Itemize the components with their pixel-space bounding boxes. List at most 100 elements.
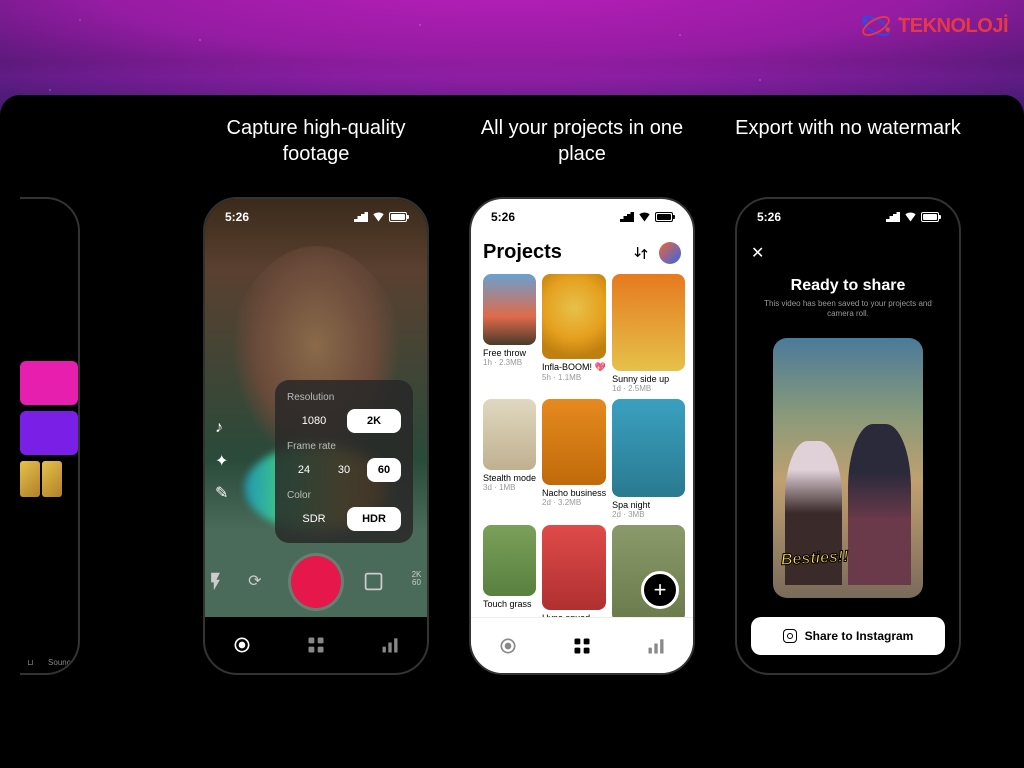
heading-projects: All your projects in one place bbox=[462, 115, 702, 169]
project-name: Sunny side up bbox=[612, 374, 685, 384]
tab-grid-icon[interactable] bbox=[572, 636, 592, 656]
quality-badge[interactable]: 2K 60 bbox=[406, 571, 427, 593]
tab-grid-icon[interactable] bbox=[306, 635, 326, 655]
share-title: Ready to share bbox=[751, 277, 945, 295]
color-hdr[interactable]: HDR bbox=[347, 507, 401, 531]
res-2k[interactable]: 2K bbox=[347, 409, 401, 433]
framerate-label: Frame rate bbox=[287, 441, 401, 452]
flash-icon[interactable] bbox=[205, 571, 226, 593]
project-card[interactable]: Sunny side up1d · 2.5MB bbox=[612, 274, 685, 393]
project-name: Stealth mode bbox=[483, 473, 536, 483]
project-name: Nacho business bbox=[542, 488, 606, 498]
brand-orbit-icon bbox=[858, 8, 894, 44]
tab-bar bbox=[205, 617, 427, 673]
camera-settings-popover: Resolution 1080 2K Frame rate 24 30 60 C… bbox=[275, 380, 413, 543]
phone-editor: ⊔ Sounc bbox=[20, 197, 80, 675]
project-card[interactable]: Hype squad bbox=[542, 525, 606, 617]
tab-stats-icon[interactable] bbox=[646, 636, 666, 656]
project-thumb bbox=[612, 274, 685, 371]
status-bar: 5:26 bbox=[737, 199, 959, 235]
project-meta: 1h · 2.3MB bbox=[483, 358, 536, 367]
share-label: Share to Instagram bbox=[805, 629, 914, 643]
projects-title: Projects bbox=[483, 241, 562, 264]
project-thumb bbox=[483, 399, 536, 470]
heading-share: Export with no watermark bbox=[728, 115, 968, 169]
showcase-stage: ⊔ Sounc Capture high-quality footage 5:2… bbox=[0, 95, 1024, 768]
close-icon[interactable]: ✕ bbox=[751, 243, 764, 263]
color-sdr[interactable]: SDR bbox=[287, 507, 341, 531]
status-bar: 5:26 bbox=[205, 199, 427, 235]
project-thumb bbox=[542, 525, 606, 610]
wifi-icon bbox=[372, 213, 385, 222]
status-bar: 5:26 bbox=[471, 199, 693, 235]
resolution-segment: 1080 2K bbox=[287, 409, 401, 433]
project-thumb bbox=[483, 274, 536, 345]
tab-camera-icon[interactable] bbox=[498, 636, 518, 656]
framerate-segment: 24 30 60 bbox=[287, 458, 401, 482]
new-project-button[interactable]: + bbox=[641, 571, 679, 609]
battery-icon bbox=[921, 212, 939, 222]
record-button[interactable] bbox=[291, 556, 341, 608]
project-meta: 2d · 3.2MB bbox=[542, 498, 606, 507]
status-time: 5:26 bbox=[757, 210, 781, 224]
gallery-icon[interactable] bbox=[363, 571, 384, 593]
fps-24[interactable]: 24 bbox=[287, 458, 321, 482]
editor-bottom-tabs: ⊔ Sounc bbox=[20, 652, 78, 673]
flip-icon[interactable]: ⟳ bbox=[248, 571, 269, 593]
phone-rail: ⊔ Sounc Capture high-quality footage 5:2… bbox=[0, 95, 1024, 675]
signal-icon bbox=[620, 212, 634, 222]
status-time: 5:26 bbox=[491, 210, 515, 224]
camera-side-tools: ♪ ✦ ✎ bbox=[215, 419, 233, 501]
share-instagram-button[interactable]: Share to Instagram bbox=[751, 617, 945, 655]
timeline-thumbs[interactable] bbox=[20, 461, 78, 497]
projects-grid: Free throw1h · 2.3MBInfla-BOOM! 💖5h · 1.… bbox=[483, 274, 681, 617]
project-name: Spa night bbox=[612, 500, 685, 510]
color-segment: SDR HDR bbox=[287, 507, 401, 531]
tab-stats-icon[interactable] bbox=[380, 635, 400, 655]
video-preview[interactable]: Besties!! bbox=[773, 338, 923, 598]
avatar[interactable] bbox=[659, 242, 681, 264]
project-thumb bbox=[542, 399, 606, 484]
project-meta: 5h · 1.1MB bbox=[542, 373, 606, 382]
sort-icon[interactable] bbox=[633, 245, 649, 261]
brand-text: TEKNOLOJİ bbox=[898, 15, 1008, 38]
effects-icon[interactable]: ✦ bbox=[215, 451, 233, 469]
camera-controls: ⟳ 2K 60 bbox=[205, 547, 427, 617]
signal-icon bbox=[354, 212, 368, 222]
project-thumb bbox=[483, 525, 536, 596]
project-card[interactable]: Nacho business2d · 3.2MB bbox=[542, 399, 606, 518]
project-meta: 2d · 3MB bbox=[612, 510, 685, 519]
status-time: 5:26 bbox=[225, 210, 249, 224]
phone-share: 5:26 ✕ Ready to share This video has bee… bbox=[735, 197, 961, 675]
instagram-icon bbox=[783, 629, 797, 643]
phone-capture: 5:26 ♪ ✦ ✎ Resolution 1080 2K Frame rate… bbox=[203, 197, 429, 675]
phone-projects: 5:26 Projects Free throw1h · 2.3MBInfla-… bbox=[469, 197, 695, 675]
fps-60[interactable]: 60 bbox=[367, 458, 401, 482]
project-card[interactable]: Stealth mode3d · 1MB bbox=[483, 399, 536, 518]
project-name: Free throw bbox=[483, 348, 536, 358]
tab-camera-icon[interactable] bbox=[232, 635, 252, 655]
editor-tab-sound[interactable]: Sounc bbox=[48, 658, 71, 667]
project-name: Infla-BOOM! 💖 bbox=[542, 362, 606, 373]
music-icon[interactable]: ♪ bbox=[215, 419, 233, 437]
project-card[interactable]: Infla-BOOM! 💖5h · 1.1MB bbox=[542, 274, 606, 393]
project-meta: 3d · 1MB bbox=[483, 483, 536, 492]
share-subtitle: This video has been saved to your projec… bbox=[751, 299, 945, 320]
timeline-track-clip[interactable] bbox=[20, 361, 78, 405]
timeline-track-audio[interactable] bbox=[20, 411, 78, 455]
project-card[interactable]: Touch grass bbox=[483, 525, 536, 617]
tab-bar bbox=[471, 617, 693, 673]
col-share: Export with no watermark 5:26 ✕ Ready to… bbox=[728, 115, 968, 675]
wifi-icon bbox=[904, 213, 917, 222]
project-card[interactable]: Spa night2d · 3MB bbox=[612, 399, 685, 518]
col-insights: 5:26 Ins Acc 24K 12K 0 Ree bbox=[994, 115, 1024, 675]
project-name: Touch grass bbox=[483, 599, 536, 609]
fps-30[interactable]: 30 bbox=[327, 458, 361, 482]
editor-tab-u[interactable]: ⊔ bbox=[27, 658, 33, 667]
project-thumb bbox=[542, 274, 606, 359]
heading-capture: Capture high-quality footage bbox=[196, 115, 436, 169]
tool-icon[interactable]: ✎ bbox=[215, 483, 233, 501]
project-card[interactable]: Free throw1h · 2.3MB bbox=[483, 274, 536, 393]
res-1080[interactable]: 1080 bbox=[287, 409, 341, 433]
col-projects: All your projects in one place 5:26 Proj… bbox=[462, 115, 702, 675]
